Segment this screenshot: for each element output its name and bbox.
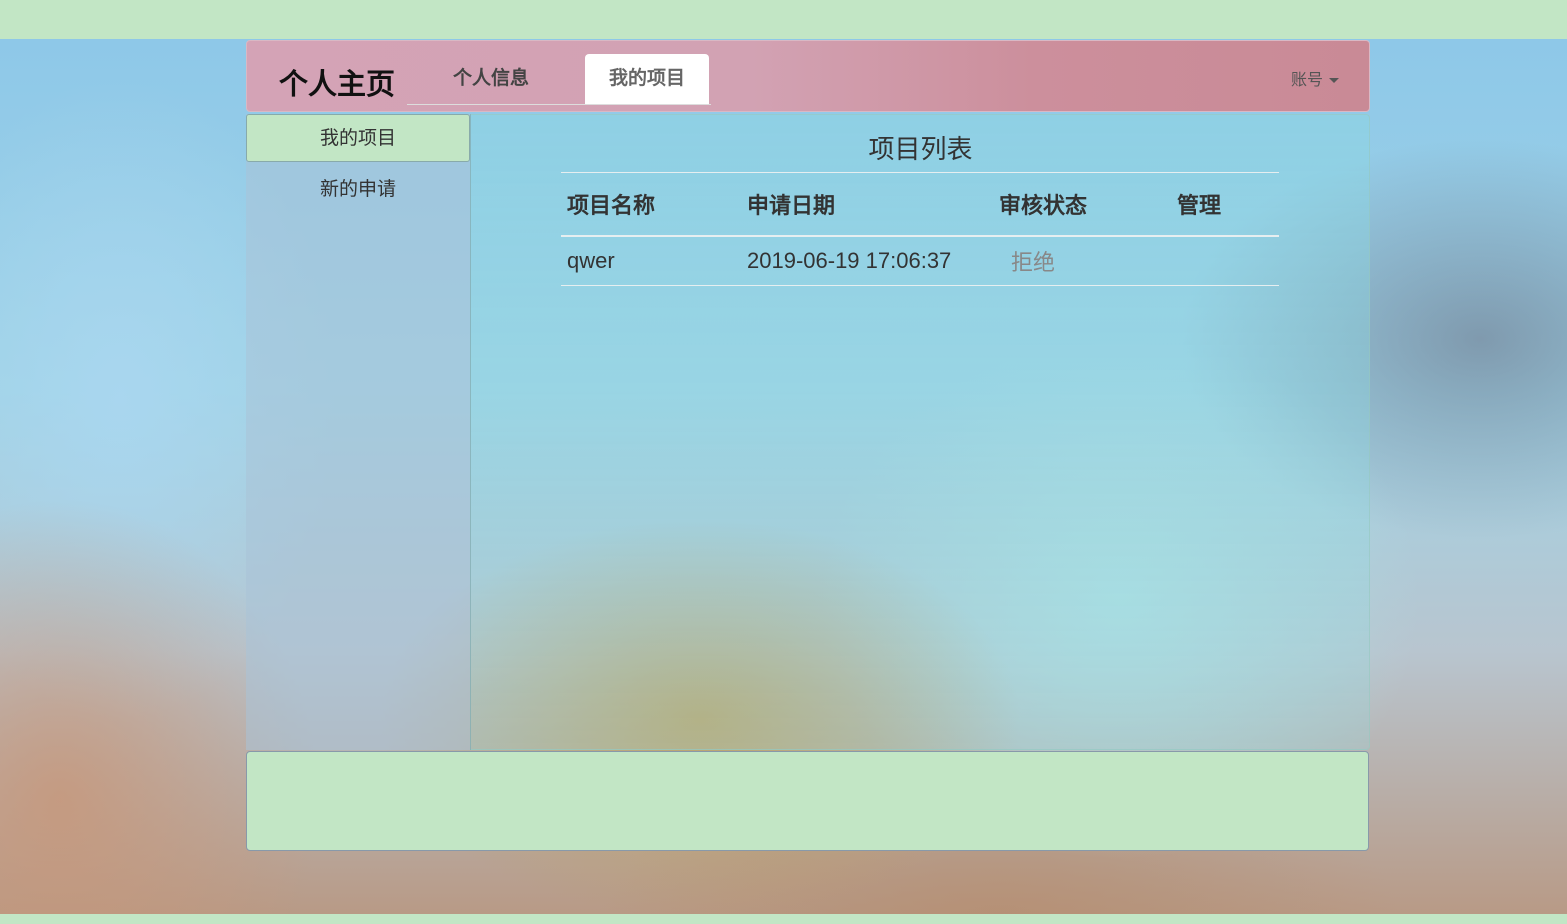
footer-panel <box>246 751 1369 851</box>
cell-review-status: 拒绝 <box>993 236 1171 286</box>
main-area: 我的项目 新的申请 项目列表 项目名称 申请日期 审核状态 管理 qwer 20… <box>246 114 1370 750</box>
cell-manage <box>1171 236 1279 286</box>
column-header-date: 申请日期 <box>741 172 993 237</box>
sidebar: 我的项目 新的申请 <box>246 114 471 750</box>
project-table: 项目名称 申请日期 审核状态 管理 qwer 2019-06-19 17:06:… <box>561 172 1279 286</box>
column-header-status: 审核状态 <box>993 172 1171 237</box>
table-row: qwer 2019-06-19 17:06:37 拒绝 <box>561 236 1279 286</box>
sidebar-item-my-projects[interactable]: 我的项目 <box>246 114 470 162</box>
account-dropdown[interactable]: 账号 <box>1291 66 1339 90</box>
cell-project-name: qwer <box>561 236 741 286</box>
table-header-row: 项目名称 申请日期 审核状态 管理 <box>561 172 1279 237</box>
sidebar-item-new-application[interactable]: 新的申请 <box>246 166 470 214</box>
column-header-manage: 管理 <box>1171 172 1279 237</box>
page-title: 项目列表 <box>868 134 973 164</box>
brand-title[interactable]: 个人主页 <box>279 61 395 103</box>
content-panel: 项目列表 项目名称 申请日期 审核状态 管理 qwer 2019-06-19 1… <box>471 114 1370 750</box>
caret-down-icon <box>1329 78 1339 84</box>
nav-tabs: 个人信息 我的项目 <box>407 54 711 105</box>
page-container: 个人主页 个人信息 我的项目 账号 我的项目 新的申请 项目列表 项目名称 申请… <box>246 40 1370 750</box>
tab-personal-info[interactable]: 个人信息 <box>433 54 549 104</box>
column-header-name: 项目名称 <box>561 172 741 237</box>
tab-my-projects[interactable]: 我的项目 <box>585 54 709 104</box>
cell-apply-date: 2019-06-19 17:06:37 <box>741 236 993 286</box>
top-navbar: 个人主页 个人信息 我的项目 账号 <box>246 40 1370 112</box>
account-label: 账号 <box>1290 72 1323 89</box>
